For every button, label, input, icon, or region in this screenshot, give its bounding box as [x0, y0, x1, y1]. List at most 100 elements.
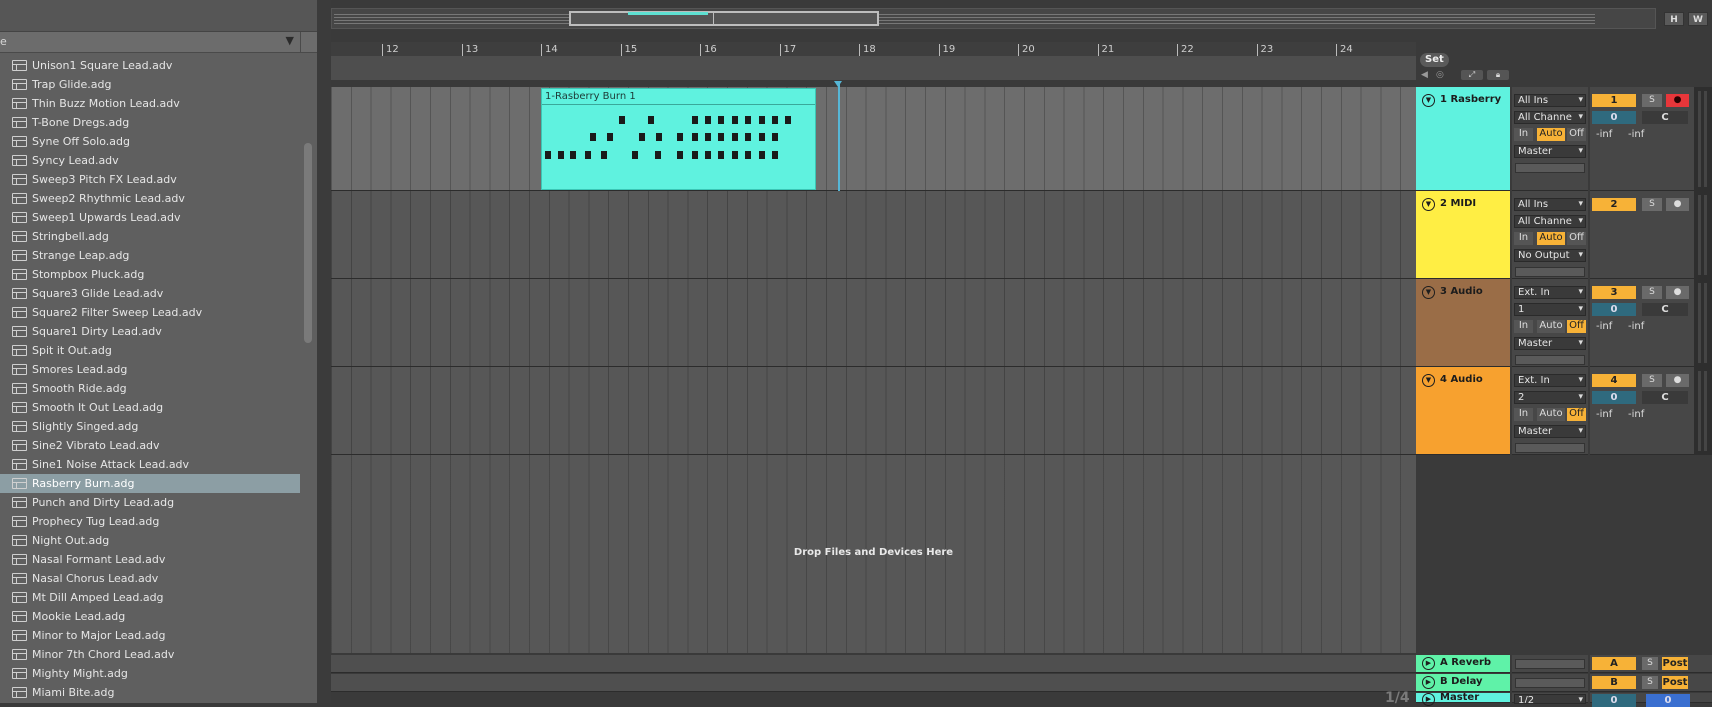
track-activator[interactable]: 2 [1592, 198, 1636, 211]
add-locator-icon[interactable]: ◎ [1436, 70, 1446, 80]
browser-item[interactable]: Minor to Major Lead.adg [0, 626, 300, 645]
browser-item[interactable]: Square3 Glide Lead.adv [0, 284, 300, 303]
play-arrow-icon[interactable]: ▶ [1422, 693, 1435, 706]
track-activator[interactable]: 4 [1592, 374, 1636, 387]
pan-field[interactable]: C [1642, 391, 1688, 404]
midi-note[interactable] [648, 116, 654, 124]
track-header-2[interactable]: ▼ 2 MIDI [1416, 191, 1510, 279]
input-channel-select[interactable]: All Channe [1514, 111, 1586, 124]
browser-item[interactable]: Rasberry Burn.adg [0, 474, 300, 493]
fold-arrow-icon[interactable]: ▼ [1422, 198, 1435, 211]
input-channel-select[interactable]: 2 [1514, 391, 1586, 404]
arm-record-icon[interactable]: ● [1666, 94, 1689, 107]
panel-divider[interactable] [317, 0, 331, 703]
input-type-select[interactable]: All Ins [1514, 94, 1586, 107]
browser-item[interactable]: Sweep1 Upwards Lead.adv [0, 208, 300, 227]
midi-note[interactable] [656, 133, 662, 141]
browser-item[interactable]: Sweep2 Rhythmic Lead.adv [0, 189, 300, 208]
track-lane-4[interactable] [331, 367, 1416, 455]
midi-note[interactable] [585, 151, 591, 159]
midi-note[interactable] [692, 116, 698, 124]
volume-field[interactable]: 0 [1592, 303, 1636, 316]
monitor-auto-button[interactable]: Auto [1537, 128, 1565, 141]
beat-time-ruler[interactable]: 12 13 14 15 16 17 18 19 20 21 22 23 24 [331, 42, 1416, 56]
browser-item[interactable]: Mt Dill Amped Lead.adg [0, 588, 300, 607]
browser-item[interactable]: Smooth Ride.adg [0, 379, 300, 398]
arrangement-overview[interactable] [331, 8, 1656, 29]
master-volume-right[interactable]: 0 [1646, 694, 1690, 707]
browser-column-header[interactable]: e ▼ [0, 32, 300, 53]
midi-note[interactable] [705, 151, 711, 159]
browser-item[interactable]: Stringbell.adg [0, 227, 300, 246]
browser-item[interactable]: Strange Leap.adg [0, 246, 300, 265]
input-type-select[interactable]: Ext. In [1514, 374, 1586, 387]
set-label[interactable]: Set [1420, 53, 1449, 67]
midi-note[interactable] [718, 133, 724, 141]
track-lane-2[interactable] [331, 191, 1416, 279]
midi-note[interactable] [677, 133, 683, 141]
midi-note[interactable] [601, 151, 607, 159]
browser-item[interactable]: Slightly Singed.adg [0, 417, 300, 436]
fold-arrow-icon[interactable]: ▼ [1422, 374, 1435, 387]
browser-item[interactable]: Nasal Chorus Lead.adv [0, 569, 300, 588]
browser-item[interactable]: Syncy Lead.adv [0, 151, 300, 170]
track-header-1[interactable]: ▼ 1 Rasberry [1416, 87, 1510, 191]
return-track-b[interactable]: ▶ B Delay [1416, 674, 1510, 692]
midi-note[interactable] [705, 116, 711, 124]
browser-item[interactable]: Unison1 Square Lead.adv [0, 56, 300, 75]
browser-item[interactable]: Stompbox Pluck.adg [0, 265, 300, 284]
monitor-auto-button[interactable]: Auto [1537, 320, 1565, 333]
browser-item[interactable]: Trap Glide.adg [0, 75, 300, 94]
w-toggle-button[interactable]: W [1688, 12, 1708, 26]
browser-item[interactable]: Prophecy Tug Lead.adg [0, 512, 300, 531]
track-name[interactable]: 4 Audio [1440, 374, 1483, 385]
fold-arrow-icon[interactable]: ▼ [1422, 286, 1435, 299]
track-name[interactable]: 3 Audio [1440, 286, 1483, 297]
arm-record-icon[interactable]: ● [1666, 286, 1689, 299]
midi-note[interactable] [607, 133, 613, 141]
browser-item[interactable]: Miami Bite.adg [0, 683, 300, 702]
midi-note[interactable] [759, 151, 765, 159]
output-select[interactable]: Master [1514, 145, 1586, 158]
solo-button[interactable]: S [1642, 676, 1658, 689]
track-activator[interactable]: 3 [1592, 286, 1636, 299]
midi-note[interactable] [545, 151, 551, 159]
return-lane-a[interactable] [331, 655, 1416, 673]
monitor-off-button[interactable]: Off [1567, 408, 1586, 421]
track-name[interactable]: 2 MIDI [1440, 198, 1476, 209]
fold-arrow-icon[interactable]: ▼ [1422, 94, 1435, 107]
midi-note[interactable] [718, 116, 724, 124]
sort-arrow-icon[interactable]: ▼ [286, 34, 294, 47]
input-channel-select[interactable]: All Channe [1514, 215, 1586, 228]
midi-note[interactable] [570, 151, 576, 159]
midi-note[interactable] [655, 151, 661, 159]
solo-button[interactable]: S [1642, 198, 1662, 211]
midi-note[interactable] [785, 116, 791, 124]
pan-field[interactable]: C [1642, 111, 1688, 124]
midi-note[interactable] [759, 133, 765, 141]
monitor-off-button[interactable]: Off [1567, 128, 1586, 141]
lock-icon[interactable]: 🔒︎ [1487, 70, 1509, 80]
post-button[interactable]: Post [1662, 657, 1688, 670]
track-header-4[interactable]: ▼ 4 Audio [1416, 367, 1510, 455]
browser-item[interactable]: Mookie Lead.adg [0, 607, 300, 626]
midi-note[interactable] [745, 151, 751, 159]
midi-note[interactable] [732, 133, 738, 141]
back-arrow-icon[interactable]: ◀ [1421, 70, 1431, 80]
pan-field[interactable]: C [1642, 303, 1688, 316]
input-type-select[interactable]: All Ins [1514, 198, 1586, 211]
midi-note[interactable] [759, 116, 765, 124]
midi-clip[interactable]: 1-Rasberry Burn 1 [541, 88, 816, 190]
browser-item[interactable]: Sine1 Noise Attack Lead.adv [0, 455, 300, 474]
play-arrow-icon[interactable]: ▶ [1422, 657, 1435, 670]
browser-scrollbar[interactable] [304, 143, 312, 343]
midi-note[interactable] [772, 116, 778, 124]
browser-item[interactable]: Thin Buzz Motion Lead.adv [0, 94, 300, 113]
return-letter[interactable]: B [1592, 676, 1636, 689]
browser-item[interactable]: Smores Lead.adg [0, 360, 300, 379]
browser-item[interactable]: Punch and Dirty Lead.adg [0, 493, 300, 512]
locator-scrub-area[interactable] [331, 56, 1416, 80]
midi-note[interactable] [632, 151, 638, 159]
midi-note[interactable] [590, 133, 596, 141]
input-channel-select[interactable]: 1 [1514, 303, 1586, 316]
